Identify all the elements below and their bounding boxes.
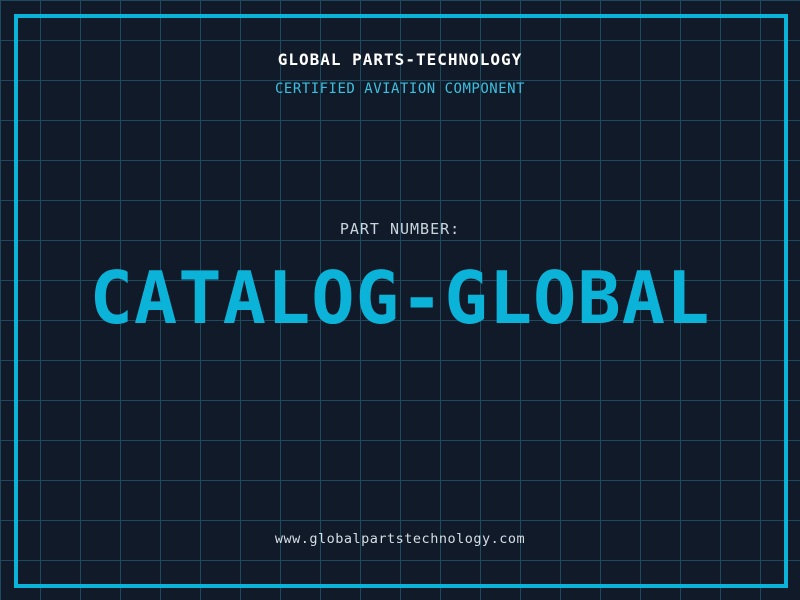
part-number-label: PART NUMBER:	[0, 220, 800, 238]
company-name: GLOBAL PARTS-TECHNOLOGY	[0, 50, 800, 69]
website-url: www.globalpartstechnology.com	[0, 531, 800, 547]
blueprint-background: GLOBAL PARTS-TECHNOLOGY CERTIFIED AVIATI…	[0, 0, 800, 600]
certification-label: CERTIFIED AVIATION COMPONENT	[0, 81, 800, 97]
part-number-value: CATALOG-GLOBAL	[0, 262, 800, 334]
